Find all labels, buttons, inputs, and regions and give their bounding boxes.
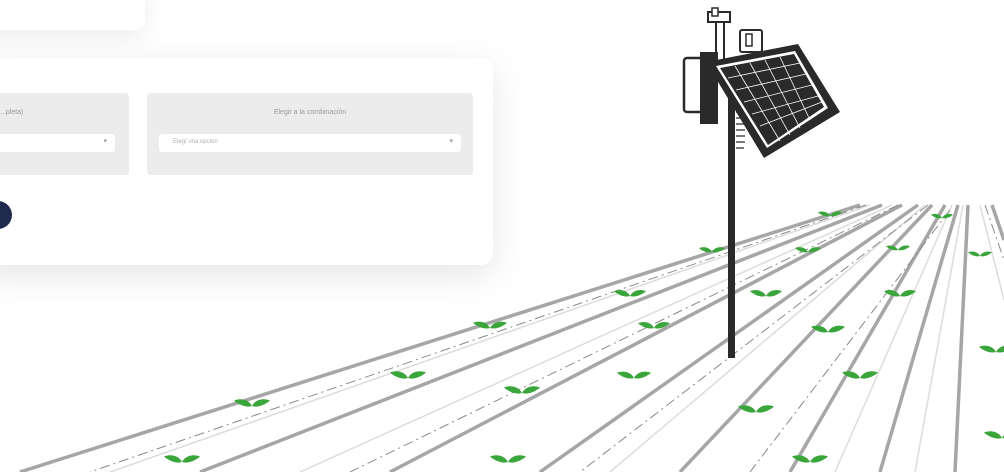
sprout-icon — [984, 431, 1004, 439]
sprout-icon — [842, 371, 878, 379]
sprout-icon — [811, 325, 845, 333]
sprout-icon — [750, 289, 782, 297]
field-rows — [19, 203, 1004, 472]
sprout-icon — [390, 371, 426, 379]
field-row-light — [609, 204, 926, 472]
field-row — [990, 204, 1004, 241]
field-row — [878, 204, 960, 472]
sensor-window — [745, 33, 753, 47]
sprout-icon — [617, 371, 651, 379]
field-row — [953, 204, 970, 472]
field-row — [199, 203, 883, 472]
sprout-icon — [234, 399, 270, 407]
sprout-icon — [795, 247, 821, 253]
sprout-icon — [164, 455, 200, 463]
anemometer-cup — [711, 7, 719, 17]
crop-field-illustration — [19, 7, 1004, 472]
field-row-dashed — [349, 204, 899, 472]
field-rows-light — [109, 204, 1004, 472]
sprout-icon — [884, 289, 916, 297]
sprout-icon — [504, 386, 540, 394]
sprouts — [164, 211, 1004, 463]
sprout-icon — [979, 345, 1004, 353]
solar-panel-icon — [706, 44, 840, 158]
sprout-icon — [614, 289, 646, 297]
field-row — [389, 203, 903, 472]
sprout-icon — [931, 213, 953, 219]
field-row-dashed — [89, 204, 867, 472]
field-row-light — [109, 204, 871, 472]
hero-illustration: ...pleta) ▾ Elegir a la combinación Eleg… — [0, 0, 1004, 472]
sprout-icon — [968, 251, 992, 257]
sprout-icon — [738, 405, 774, 413]
sprout-icon — [490, 455, 526, 463]
